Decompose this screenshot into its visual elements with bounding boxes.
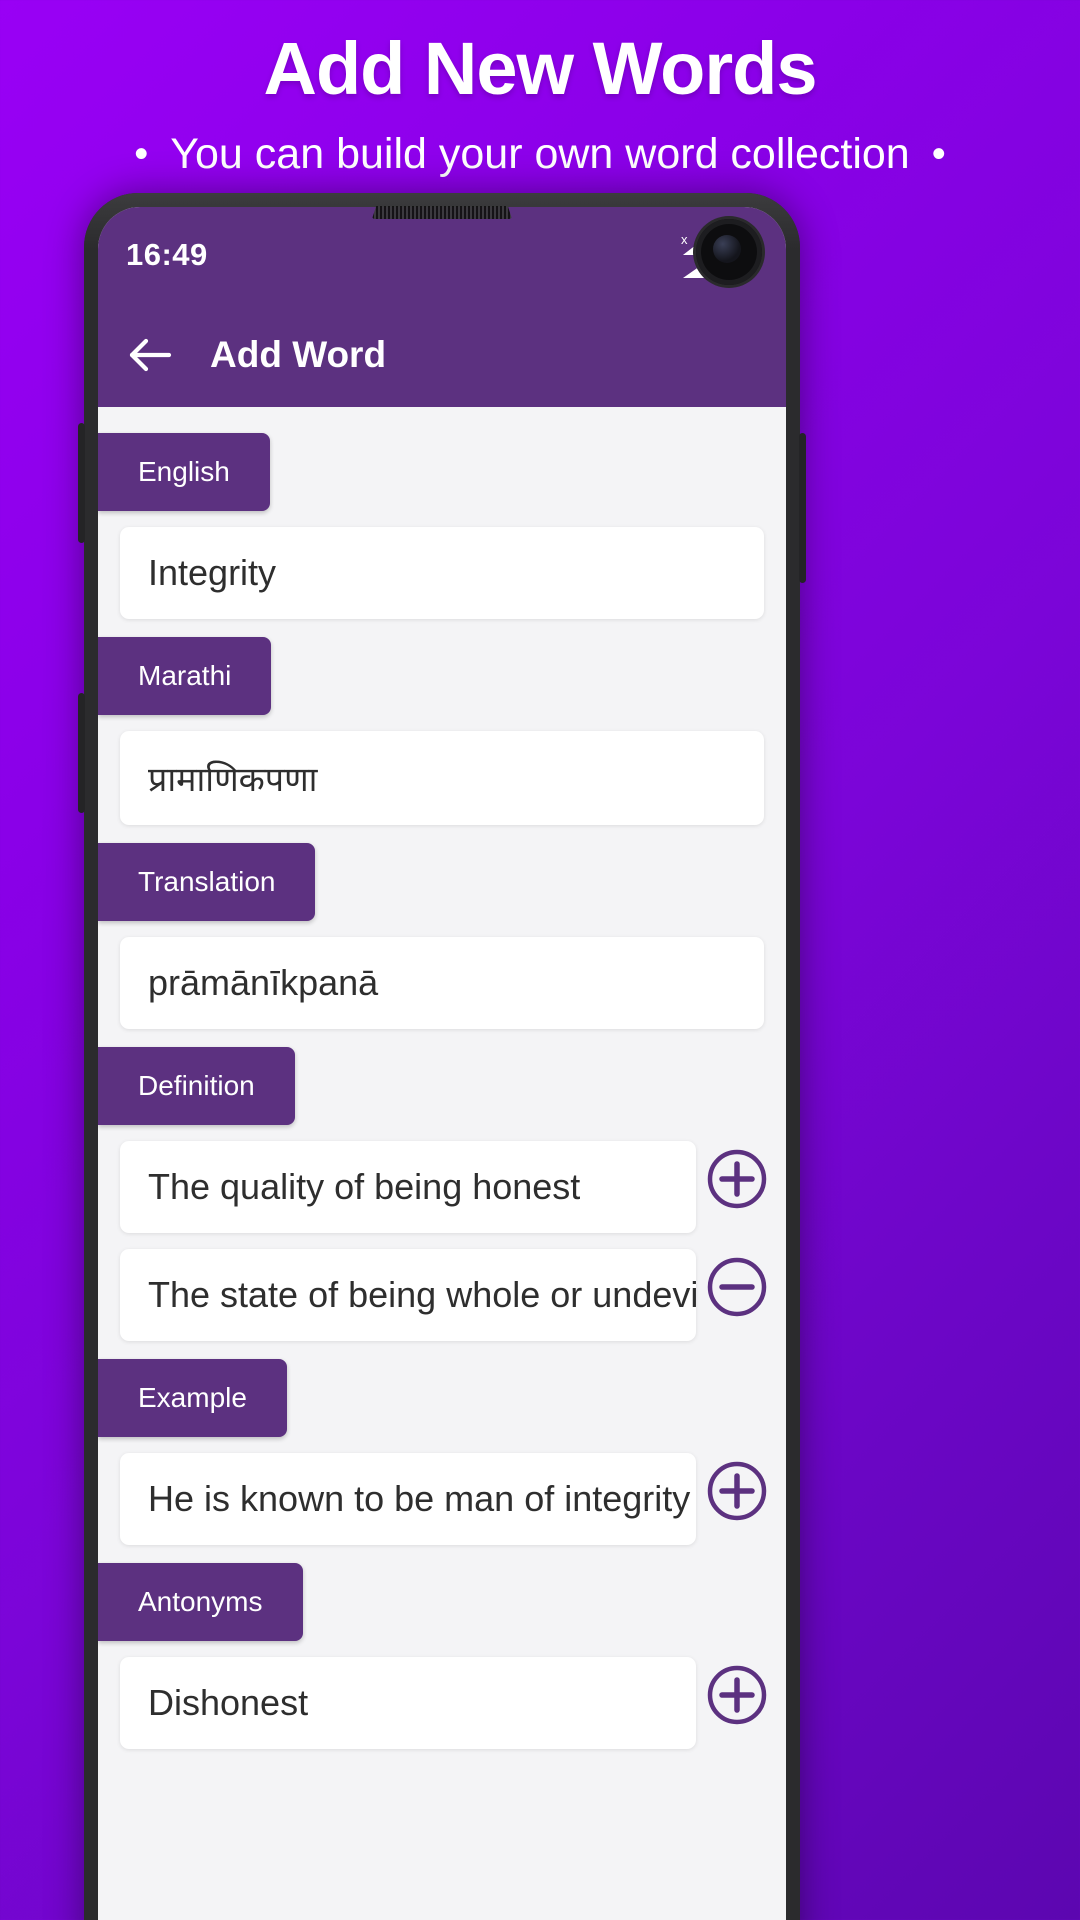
volume-down-button[interactable] (78, 693, 85, 813)
section-label-marathi: Marathi (98, 637, 786, 715)
add-antonym-button[interactable] (706, 1664, 768, 1726)
section-label-definition: Definition (98, 1047, 786, 1125)
promo-subtitle: You can build your own word collection (170, 129, 910, 178)
chip-definition: Definition (98, 1047, 295, 1125)
english-input[interactable]: Integrity (120, 527, 764, 619)
phone-mockup: 16:49 x Add Word English Integrity Marat… (78, 193, 806, 1920)
definition-row-1: The quality of being honest (98, 1125, 786, 1233)
remove-definition-button[interactable] (706, 1256, 768, 1318)
promo-subtitle-row: • You can build your own word collection… (0, 130, 1080, 179)
volume-up-button[interactable] (78, 423, 85, 543)
translation-input[interactable]: prāmānīkpanā (120, 937, 764, 1029)
bullet-left-icon: • (134, 132, 149, 177)
svg-text:x: x (681, 232, 688, 247)
minus-circle-icon (707, 1257, 767, 1317)
add-definition-button[interactable] (706, 1148, 768, 1210)
section-label-antonyms: Antonyms (98, 1563, 786, 1641)
chip-marathi: Marathi (98, 637, 272, 715)
definition-input-2[interactable]: The state of being whole or undevide (120, 1249, 696, 1341)
plus-circle-icon (707, 1665, 767, 1725)
antonym-row-1: Dishonest (98, 1641, 786, 1749)
promo-title: Add New Words (263, 27, 818, 110)
example-row-1: He is known to be man of integrity (98, 1437, 786, 1545)
chip-example: Example (98, 1359, 287, 1437)
phone-screen: 16:49 x Add Word English Integrity Marat… (98, 207, 786, 1920)
section-label-english: English (98, 433, 786, 511)
chip-antonyms: Antonyms (98, 1563, 303, 1641)
example-input-1[interactable]: He is known to be man of integrity (120, 1453, 696, 1545)
front-camera-icon (696, 219, 762, 285)
app-bar: Add Word (98, 303, 786, 407)
section-label-translation: Translation (98, 843, 786, 921)
marathi-input[interactable]: प्रामाणिकपणा (120, 731, 764, 825)
add-word-form: English Integrity Marathi प्रामाणिकपणा T… (98, 407, 786, 1920)
definition-input-1[interactable]: The quality of being honest (120, 1141, 696, 1233)
status-bar: 16:49 x (98, 207, 786, 303)
plus-circle-icon (707, 1149, 767, 1209)
chip-english: English (98, 433, 270, 511)
promo-header: Add New Words • You can build your own w… (0, 0, 1080, 179)
back-button[interactable] (128, 336, 172, 374)
plus-circle-icon (707, 1461, 767, 1521)
definition-row-2: The state of being whole or undevide (98, 1233, 786, 1341)
status-clock: 16:49 (126, 237, 208, 272)
chip-translation: Translation (98, 843, 316, 921)
bullet-right-icon: • (931, 132, 946, 177)
earpiece-speaker-icon (372, 206, 512, 219)
back-arrow-icon (129, 338, 172, 372)
power-button[interactable] (799, 433, 806, 583)
app-bar-title: Add Word (210, 334, 387, 375)
antonym-input-1[interactable]: Dishonest (120, 1657, 696, 1749)
add-example-button[interactable] (706, 1460, 768, 1522)
section-label-example: Example (98, 1359, 786, 1437)
